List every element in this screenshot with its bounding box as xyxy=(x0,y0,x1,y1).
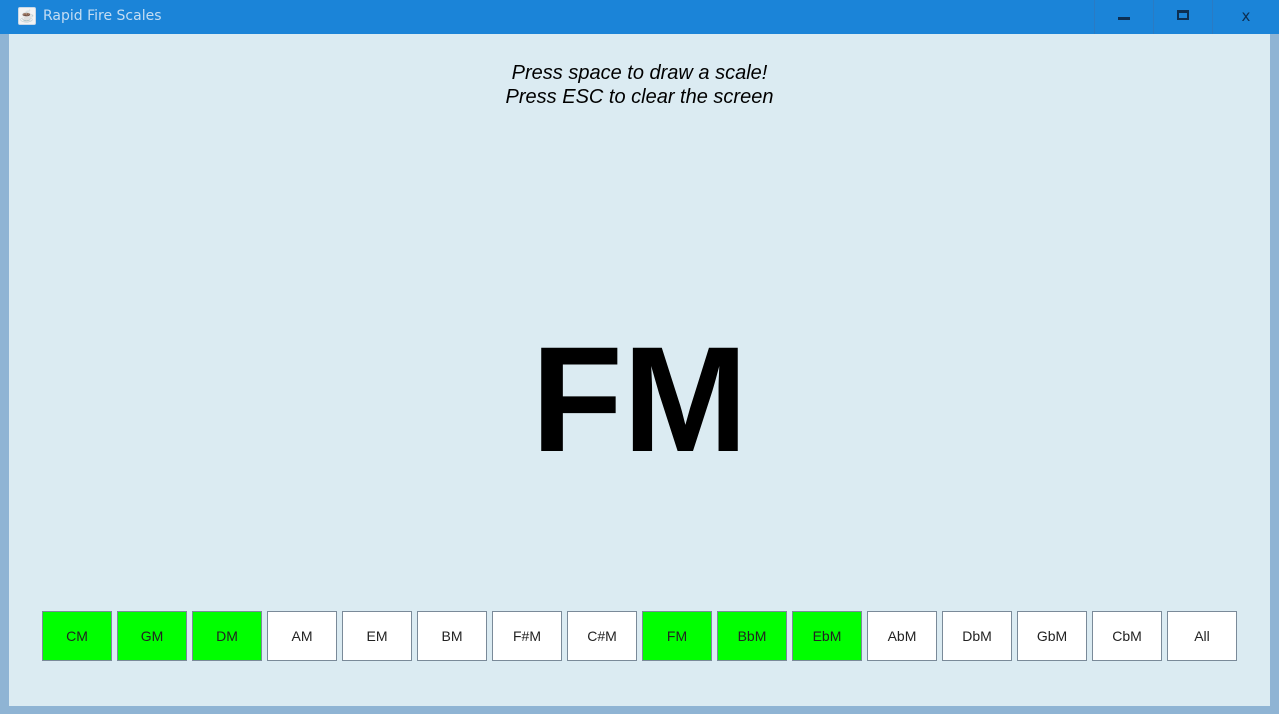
instructions: Press space to draw a scale! Press ESC t… xyxy=(9,61,1270,109)
app-window: ☕ Rapid Fire Scales x Press space to dra… xyxy=(0,0,1279,714)
window-title: Rapid Fire Scales xyxy=(43,8,162,24)
scale-button-am[interactable]: AM xyxy=(267,611,337,661)
scale-button-f-sharp-m[interactable]: F#M xyxy=(492,611,562,661)
window-bottom-border xyxy=(0,706,1279,714)
close-icon: x xyxy=(1241,7,1251,25)
scale-button-gm[interactable]: GM xyxy=(117,611,187,661)
maximize-button[interactable] xyxy=(1153,0,1211,34)
title-bar[interactable]: ☕ Rapid Fire Scales x xyxy=(0,0,1279,34)
minimize-button[interactable] xyxy=(1094,0,1152,34)
scale-button-cm[interactable]: CM xyxy=(42,611,112,661)
scale-button-gbm[interactable]: GbM xyxy=(1017,611,1087,661)
scale-button-c-sharp-m[interactable]: C#M xyxy=(567,611,637,661)
instruction-line-1: Press space to draw a scale! xyxy=(511,62,768,84)
current-scale-display: FM xyxy=(531,315,748,483)
maximize-icon xyxy=(1177,10,1189,20)
main-panel: Press space to draw a scale! Press ESC t… xyxy=(9,34,1270,706)
close-button[interactable]: x xyxy=(1212,0,1279,34)
scale-button-abm[interactable]: AbM xyxy=(867,611,937,661)
scale-button-bbm[interactable]: BbM xyxy=(717,611,787,661)
scale-button-ebm[interactable]: EbM xyxy=(792,611,862,661)
minimize-icon xyxy=(1118,17,1130,20)
scale-button-em[interactable]: EM xyxy=(342,611,412,661)
instruction-line-2: Press ESC to clear the screen xyxy=(505,86,774,108)
scale-button-dbm[interactable]: DbM xyxy=(942,611,1012,661)
scale-button-fm[interactable]: FM xyxy=(642,611,712,661)
scale-button-dm[interactable]: DM xyxy=(192,611,262,661)
scale-button-bm[interactable]: BM xyxy=(417,611,487,661)
scale-button-all[interactable]: All xyxy=(1167,611,1237,661)
scale-button-cbm[interactable]: CbM xyxy=(1092,611,1162,661)
java-cup-icon[interactable]: ☕ xyxy=(18,7,36,25)
